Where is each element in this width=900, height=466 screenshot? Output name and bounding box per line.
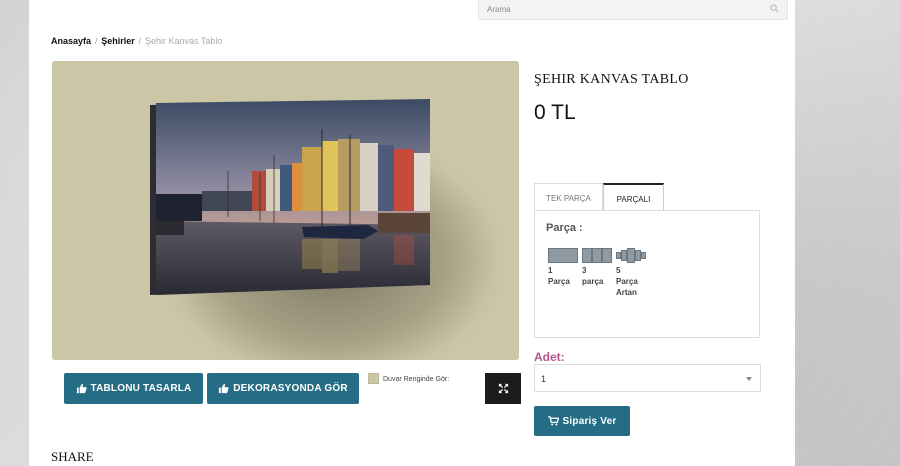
wall-color-swatch[interactable] [368,373,379,384]
search-placeholder: Arama [487,5,511,14]
quantity-label: Adet: [534,350,565,364]
parca-option-5[interactable]: 5 Parça Artan [616,248,646,298]
parca-label: Parça : [546,222,583,234]
place-order-button[interactable]: Sipariş Ver [534,406,630,436]
quantity-select[interactable]: 1 [534,364,761,392]
tab-panel-parcali: Parça : 1 Parça 3 parça 5 Parça Artan [534,210,760,338]
view-in-decor-label: DEKORASYONDA GÖR [233,383,348,394]
tab-parcali[interactable]: PARÇALI [603,183,664,211]
breadcrumb-separator: / [138,37,142,46]
quantity-value: 1 [541,374,547,384]
five-panel-increasing-icon [616,248,646,263]
parca-option-1-count: 1 [548,266,553,275]
wall-color-label: Duvar Renginde Gör: [383,376,450,383]
parca-option-3[interactable]: 3 parça [582,248,612,287]
chevron-down-icon [746,377,752,381]
place-order-label: Sipariş Ver [562,415,617,427]
search-icon[interactable] [770,4,779,13]
expand-icon [498,383,508,394]
breadcrumb-separator: / [95,37,98,46]
product-price: 0 TL [534,101,576,124]
design-painting-button[interactable]: TABLONU TASARLA [64,373,203,404]
product-image[interactable] [52,61,519,360]
fullscreen-button[interactable] [485,373,521,404]
parca-option-1-label: Parça [548,277,570,286]
parca-option-3-label: parça [582,277,604,286]
design-painting-label: TABLONU TASARLA [90,383,192,394]
tab-tek-parca[interactable]: TEK PARÇA [534,183,603,211]
three-panel-icon [582,248,612,263]
breadcrumb-cities[interactable]: Şehirler [101,36,135,46]
parca-option-5-sublabel: Artan [616,288,637,297]
wall-color-preview[interactable]: Duvar Renginde Gör: [368,373,449,384]
share-heading: SHARE [51,449,94,464]
thumbs-up-icon [219,383,229,394]
single-panel-icon [548,248,578,263]
parca-option-5-count: 5 [616,266,621,275]
background-right [795,0,900,466]
thumbs-up-icon [76,383,87,394]
view-in-decor-button[interactable]: DEKORASYONDA GÖR [207,373,359,404]
parca-option-3-count: 3 [582,266,587,275]
search-input[interactable]: Arama [478,0,788,20]
parca-option-1[interactable]: 1 Parça [548,248,578,287]
breadcrumb-current: Şehir Kanvas Tablo [145,36,223,46]
cart-icon [547,416,559,426]
parca-option-5-label: Parça [616,277,638,286]
breadcrumb: Anasayfa / Şehirler / Şehir Kanvas Tablo [51,36,222,46]
product-title: ŞEHIR KANVAS TABLO [534,72,689,87]
breadcrumb-home[interactable]: Anasayfa [51,36,91,46]
canvas-print-image [150,99,430,295]
background-left [0,0,29,466]
